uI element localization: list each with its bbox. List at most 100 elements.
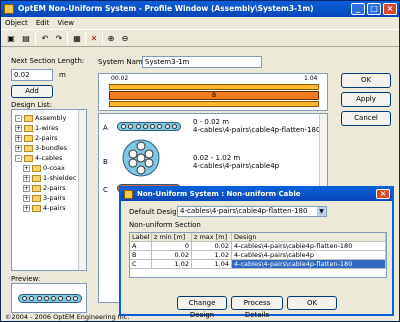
section-b-bar[interactable]: B — [109, 91, 319, 100]
grid-header: Label z min [m] z max [m] Design — [130, 233, 386, 242]
tree-item-label: 0-coax — [43, 164, 65, 172]
dialog-title: Non-Uniform System : Non-uniform Cable — [137, 190, 301, 198]
next-section-label: Next Section Length: — [11, 57, 85, 65]
col-design[interactable]: Design — [232, 233, 386, 242]
row-zmax: 1.02 — [192, 251, 232, 260]
tree-item-label: 1-wires — [35, 124, 59, 132]
col-label[interactable]: Label — [130, 233, 152, 242]
next-section-input[interactable]: 0.02 — [11, 69, 53, 81]
col-zmax[interactable]: z max [m] — [192, 233, 232, 242]
undo-icon[interactable]: ↶ — [38, 32, 52, 45]
collapse-icon[interactable]: - — [15, 154, 22, 162]
tree-item-label: 2-pairs — [35, 134, 58, 142]
section-c-label: C — [103, 186, 108, 194]
folder-icon — [32, 174, 41, 182]
menu-view[interactable]: View — [53, 17, 78, 29]
tree-item[interactable]: +4-pairs — [23, 203, 65, 213]
ruler-bar-bottom — [109, 101, 319, 107]
expand-icon[interactable]: + — [15, 124, 22, 132]
folder-icon — [24, 114, 33, 122]
dialog-icon — [124, 190, 133, 199]
preview-label: Preview: — [11, 275, 41, 283]
menu-edit[interactable]: Edit — [32, 17, 54, 29]
tree-item[interactable]: +1-wires — [15, 123, 59, 133]
process-icon[interactable]: ▦ — [70, 32, 84, 45]
row-zmin: 0.02 — [152, 251, 192, 260]
menu-object[interactable]: Object — [1, 17, 32, 29]
minimize-button[interactable]: _ — [351, 3, 365, 15]
expand-icon[interactable]: + — [23, 164, 30, 172]
expand-icon[interactable]: + — [23, 204, 30, 212]
folder-icon — [24, 134, 33, 142]
tree-item[interactable]: +1-shieldec — [23, 173, 76, 183]
dialog-ok-button[interactable]: OK — [287, 296, 337, 310]
row-design: 4-cables\4-pairs\cable4p-flatten-180 — [232, 260, 386, 269]
default-design-label: Default Design: — [129, 208, 184, 216]
row-label: C — [130, 260, 152, 269]
table-row-selected[interactable]: C 1.02 1.04 4-cables\4-pairs\cable4p-fla… — [130, 260, 386, 269]
tree-item[interactable]: - Assembly — [15, 113, 66, 123]
section-a-design: 4-cables\4-pairs\cable4p-flatten-180 — [193, 126, 321, 134]
col-zmin[interactable]: z min [m] — [152, 233, 192, 242]
default-design-select[interactable]: 4-cables\4-pairs\cable4p-flatten-180 — [177, 206, 327, 217]
next-section-unit: m — [59, 71, 66, 79]
dialog-close-button[interactable]: × — [376, 189, 390, 199]
expand-icon[interactable]: + — [15, 134, 22, 142]
tree-item-label: 4-pairs — [43, 204, 66, 212]
tree-item[interactable]: - 4-cables — [15, 153, 62, 163]
zoom-out-icon[interactable]: ⊖ — [118, 32, 132, 45]
section-grid[interactable]: Label z min [m] z max [m] Design A 0 0.0… — [129, 232, 387, 278]
preview-cable — [18, 294, 82, 303]
ok-button[interactable]: OK — [341, 73, 391, 88]
row-zmax: 1.04 — [192, 260, 232, 269]
tree-item[interactable]: +2-pairs — [15, 133, 57, 143]
system-name-input[interactable]: System3-1m — [142, 56, 262, 68]
zoom-in-icon[interactable]: ⊕ — [104, 32, 118, 45]
toolbar: ▣ ▤ ↶ ↷ ▦ ✕ ⊕ ⊖ — [1, 29, 399, 47]
collapse-icon[interactable]: - — [15, 114, 22, 122]
change-design-button[interactable]: Change Design — [177, 296, 227, 319]
tree-item-label: 4-cables — [35, 154, 63, 162]
app-icon — [4, 4, 14, 14]
chevron-down-icon[interactable]: ▼ — [317, 207, 326, 216]
ruler-bar — [109, 84, 319, 90]
folder-icon — [32, 164, 41, 172]
save-icon[interactable]: ▣ — [4, 32, 18, 45]
row-zmax: 0.02 — [192, 242, 232, 251]
tree-item[interactable]: +3-bundles — [15, 143, 67, 153]
expand-icon[interactable]: + — [23, 194, 30, 202]
ruler-end: 1.04 — [304, 75, 318, 82]
design-tree[interactable]: - Assembly +1-wires +2-pairs +3-bundles -4-ca… — [11, 109, 87, 271]
expand-icon[interactable]: + — [15, 144, 22, 152]
properties-icon[interactable]: ▤ — [19, 32, 33, 45]
profile-ruler-panel: 00.02 1.04 B — [98, 73, 328, 111]
tree-item[interactable]: +3-pairs — [23, 193, 65, 203]
row-zmin: 1.02 — [152, 260, 192, 269]
folder-icon — [32, 184, 41, 192]
expand-icon[interactable]: + — [23, 174, 30, 182]
process-details-button[interactable]: Process Details — [231, 296, 283, 319]
cancel-button[interactable]: Cancel — [341, 111, 391, 126]
expand-icon[interactable]: + — [23, 184, 30, 192]
tree-item-label: 3-pairs — [43, 194, 66, 202]
tree-scrollbar[interactable] — [78, 110, 86, 270]
table-row[interactable]: A 0 0.02 4-cables\4-pairs\cable4p-flatte… — [130, 242, 386, 251]
section-group-label: Non-uniform Section — [129, 221, 201, 229]
delete-icon[interactable]: ✕ — [87, 32, 101, 45]
section-b-label: B — [103, 158, 108, 166]
tree-item[interactable]: +2-pairs — [23, 183, 65, 193]
folder-icon — [24, 144, 33, 152]
section-a-label: A — [103, 124, 108, 132]
close-button[interactable]: × — [383, 3, 397, 15]
row-design: 4-cables\4-pairs\cable4p-flatten-180 — [232, 242, 386, 251]
section-a-range: 0 - 0.02 m — [193, 118, 230, 126]
maximize-button[interactable]: □ — [367, 3, 381, 15]
tree-item-label: Assembly — [35, 114, 67, 122]
table-row[interactable]: B 0.02 1.02 4-cables\4-pairs\cable4p — [130, 251, 386, 260]
redo-icon[interactable]: ↷ — [52, 32, 66, 45]
tree-item-label: 1-shieldec — [43, 174, 77, 182]
add-button[interactable]: Add — [11, 85, 53, 98]
folder-icon — [24, 124, 33, 132]
tree-item[interactable]: +0-coax — [23, 163, 65, 173]
apply-button[interactable]: Apply — [341, 92, 391, 107]
